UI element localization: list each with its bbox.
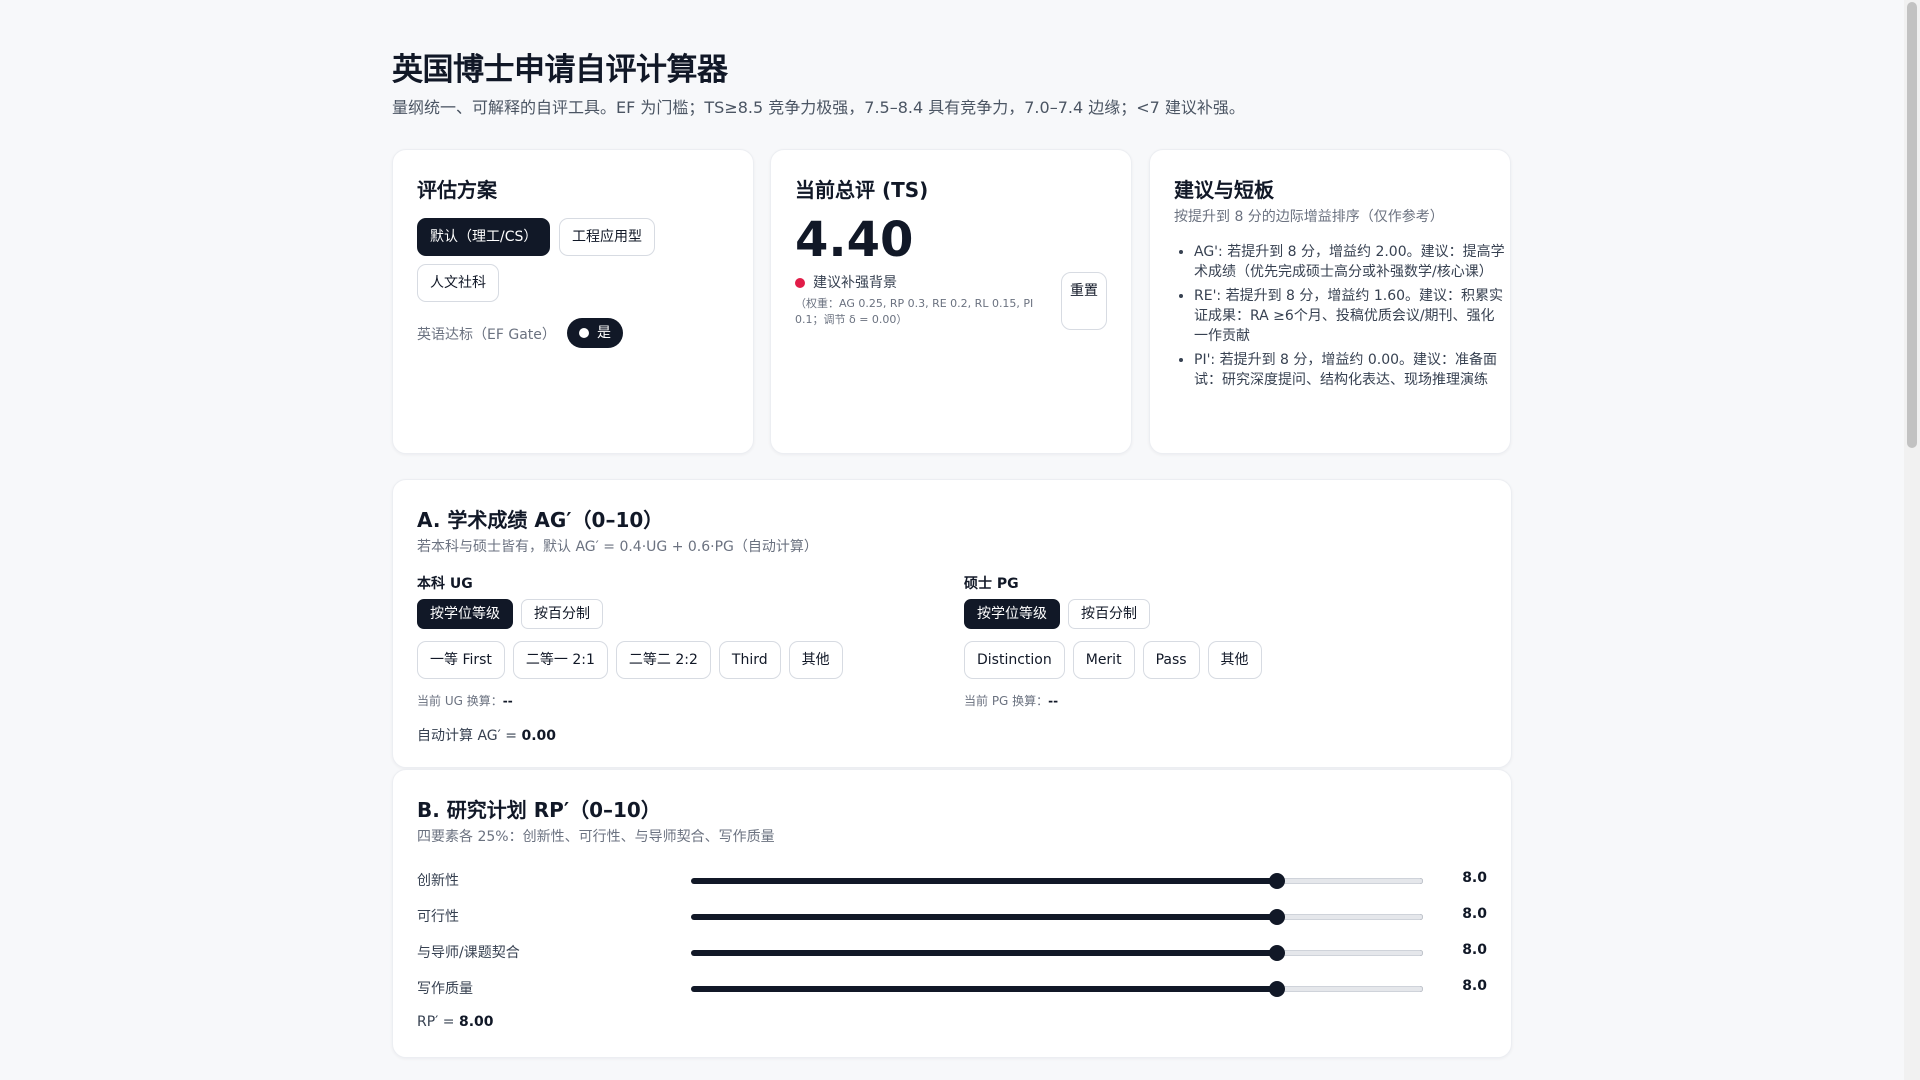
pg-grade-distinction[interactable]: Distinction	[964, 641, 1065, 679]
slider-thumb[interactable]	[1268, 873, 1285, 889]
page-scrollbar[interactable]	[1904, 0, 1920, 1080]
total-score-title: 当前总评 (TS)	[795, 178, 929, 202]
ug-mode-grade[interactable]: 按学位等级	[417, 599, 513, 629]
scrollbar-thumb[interactable]	[1907, 2, 1917, 448]
total-score-value: 4.40	[795, 212, 914, 268]
scheme-option-humanities[interactable]: 人文社科	[417, 264, 499, 302]
pg-grade-other[interactable]: 其他	[1207, 641, 1262, 679]
slider-track-rest	[1276, 986, 1423, 992]
pg-grade-pass[interactable]: Pass	[1142, 641, 1200, 679]
ug-grade-other[interactable]: 其他	[788, 641, 843, 679]
ef-gate-toggle[interactable]: 是	[567, 318, 623, 348]
ug-conversion: 当前 UG 换算：--	[417, 692, 513, 709]
pg-label: 硕士 PG	[964, 576, 1019, 592]
ug-mode-percent[interactable]: 按百分制	[521, 599, 603, 629]
section-research-plan: B. 研究计划 RP′（0–10） 四要素各 25%：创新性、可行性、与导师契合…	[392, 769, 1512, 1058]
slider-thumb[interactable]	[1268, 981, 1285, 997]
suggestion-item: PI': 若提升到 8 分，增益约 0.00。建议：准备面试：研究深度提问、结构…	[1194, 350, 1506, 390]
slider-track-rest	[1276, 950, 1423, 956]
suggestion-item: AG': 若提升到 8 分，增益约 2.00。建议：提高学术成绩（优先完成硕士高…	[1194, 242, 1506, 282]
rp-result-label: RP′ =	[417, 1014, 459, 1030]
weights-note: （权重：AG 0.25, RP 0.3, RE 0.2, RL 0.15, PI…	[795, 297, 1034, 326]
slider-value-writing: 8.0	[1462, 978, 1487, 994]
status-text: 建议补强背景	[813, 275, 897, 291]
slider-label-supervisor-fit: 与导师/课题契合	[417, 945, 520, 961]
section-a-title: A. 学术成绩 AG′（0–10）	[417, 508, 664, 532]
ef-gate-label: 英语达标（EF Gate）	[417, 327, 556, 343]
status-dot-icon	[795, 278, 805, 288]
reset-button[interactable]: 重置	[1061, 272, 1107, 330]
section-a-subtitle: 若本科与硕士皆有，默认 AG′ = 0.4·UG + 0.6·PG（自动计算）	[417, 539, 818, 555]
toggle-knob	[579, 328, 589, 338]
slider-supervisor-fit[interactable]	[691, 945, 1423, 961]
slider-thumb[interactable]	[1268, 945, 1285, 961]
scheme-title: 评估方案	[417, 178, 497, 202]
slider-feasibility[interactable]	[691, 909, 1423, 925]
suggestions-title: 建议与短板	[1174, 178, 1274, 202]
pg-conversion-value: --	[1048, 694, 1059, 708]
pg-conversion-label: 当前 PG 换算：	[964, 694, 1049, 708]
ag-calc-label: 自动计算 AG′ =	[417, 728, 522, 744]
section-b-title: B. 研究计划 RP′（0–10）	[417, 798, 661, 822]
ug-grade-2-2[interactable]: 二等二 2:2	[615, 641, 711, 679]
suggestions-subtitle: 按提升到 8 分的边际增益排序（仅作参考）	[1174, 209, 1444, 225]
rp-result: RP′ = 8.00	[417, 1014, 494, 1030]
pg-mode-group: 按学位等级 按百分制	[964, 599, 1150, 629]
slider-thumb[interactable]	[1268, 909, 1285, 925]
section-b-subtitle: 四要素各 25%：创新性、可行性、与导师契合、写作质量	[417, 829, 775, 845]
slider-writing[interactable]	[691, 981, 1423, 997]
rp-result-value: 8.00	[458, 1014, 494, 1030]
slider-value-feasibility: 8.0	[1462, 906, 1487, 922]
slider-label-feasibility: 可行性	[417, 909, 459, 925]
total-score-card: 当前总评 (TS) 4.40 建议补强背景 （权重：AG 0.25, RP 0.…	[770, 149, 1132, 454]
suggestions-list: AG': 若提升到 8 分，增益约 2.00。建议：提高学术成绩（优先完成硕士高…	[1174, 242, 1506, 394]
pg-grade-merit[interactable]: Merit	[1072, 641, 1135, 679]
ag-calc: 自动计算 AG′ = 0.00	[417, 725, 556, 745]
ug-grade-group: 一等 First 二等一 2:1 二等二 2:2 Third 其他	[417, 641, 843, 679]
slider-track-rest	[1276, 914, 1423, 920]
slider-label-innovation: 创新性	[417, 873, 459, 889]
scheme-option-default[interactable]: 默认（理工/CS）	[417, 218, 551, 256]
slider-value-supervisor-fit: 8.0	[1462, 942, 1487, 958]
ug-grade-2-1[interactable]: 二等一 2:1	[512, 641, 608, 679]
scheme-option-engineering[interactable]: 工程应用型	[559, 218, 655, 256]
slider-innovation[interactable]	[691, 873, 1423, 889]
slider-track-rest	[1276, 878, 1423, 884]
ug-label: 本科 UG	[417, 576, 473, 592]
ug-mode-group: 按学位等级 按百分制	[417, 599, 603, 629]
pg-conversion: 当前 PG 换算：--	[964, 692, 1058, 709]
slider-label-writing: 写作质量	[417, 981, 473, 997]
section-academic: A. 学术成绩 AG′（0–10） 若本科与硕士皆有，默认 AG′ = 0.4·…	[392, 479, 1512, 768]
ef-gate-toggle-label: 是	[597, 325, 611, 341]
ug-conversion-value: --	[502, 694, 513, 708]
pg-mode-grade[interactable]: 按学位等级	[964, 599, 1060, 629]
pg-grade-group: Distinction Merit Pass 其他	[964, 641, 1262, 679]
suggestion-item: RE': 若提升到 8 分，增益约 1.60。建议：积累实证成果：RA ≥6个月…	[1194, 286, 1506, 346]
suggestions-card: 建议与短板 按提升到 8 分的边际增益排序（仅作参考） AG': 若提升到 8 …	[1149, 149, 1511, 454]
pg-mode-percent[interactable]: 按百分制	[1068, 599, 1150, 629]
scheme-card: 评估方案 默认（理工/CS） 工程应用型 人文社科 英语达标（EF Gate） …	[392, 149, 754, 454]
page-subtitle: 量纲统一、可解释的自评工具。EF 为门槛；TS≥8.5 竞争力极强，7.5–8.…	[392, 98, 1245, 117]
ug-grade-third[interactable]: Third	[718, 641, 781, 679]
page-title: 英国博士申请自评计算器	[392, 52, 728, 88]
ag-calc-value: 0.00	[521, 728, 556, 744]
slider-value-innovation: 8.0	[1462, 870, 1487, 886]
ug-conversion-label: 当前 UG 换算：	[417, 694, 503, 708]
ug-grade-first[interactable]: 一等 First	[417, 641, 505, 679]
